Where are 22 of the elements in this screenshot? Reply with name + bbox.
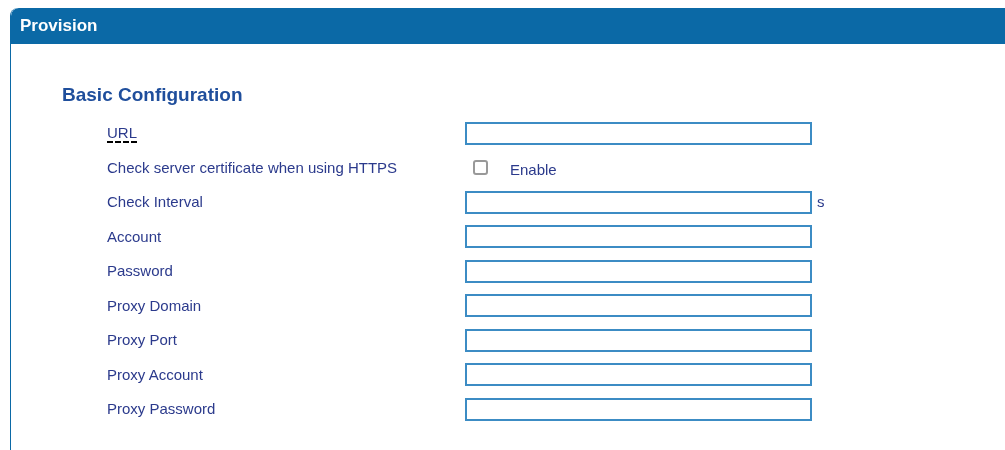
input-field[interactable] xyxy=(465,225,812,249)
field-label: Proxy Port xyxy=(107,331,178,349)
section-title: Basic Configuration xyxy=(62,84,244,106)
field-label: Account xyxy=(107,227,162,245)
field-label: Proxy Domain xyxy=(107,296,202,314)
field-label: Password xyxy=(107,262,173,280)
checkbox[interactable] xyxy=(473,160,488,176)
field-label: Check server certificate when using HTTPS xyxy=(107,158,398,176)
field-label: Proxy Password xyxy=(107,400,216,418)
input-field[interactable] xyxy=(465,294,812,318)
input-field[interactable] xyxy=(465,190,812,214)
input-field[interactable] xyxy=(465,121,812,145)
input-field[interactable] xyxy=(465,397,812,421)
input-field[interactable] xyxy=(465,363,812,387)
unit-label: s xyxy=(817,192,825,212)
panel-title: Provision xyxy=(20,15,98,38)
field-label: URL xyxy=(107,124,137,144)
input-field[interactable] xyxy=(465,328,812,352)
checkbox-label: Enable xyxy=(510,159,557,180)
field-label: Check Interval xyxy=(107,193,203,211)
input-field[interactable] xyxy=(465,259,812,283)
field-label: Proxy Account xyxy=(107,365,203,383)
